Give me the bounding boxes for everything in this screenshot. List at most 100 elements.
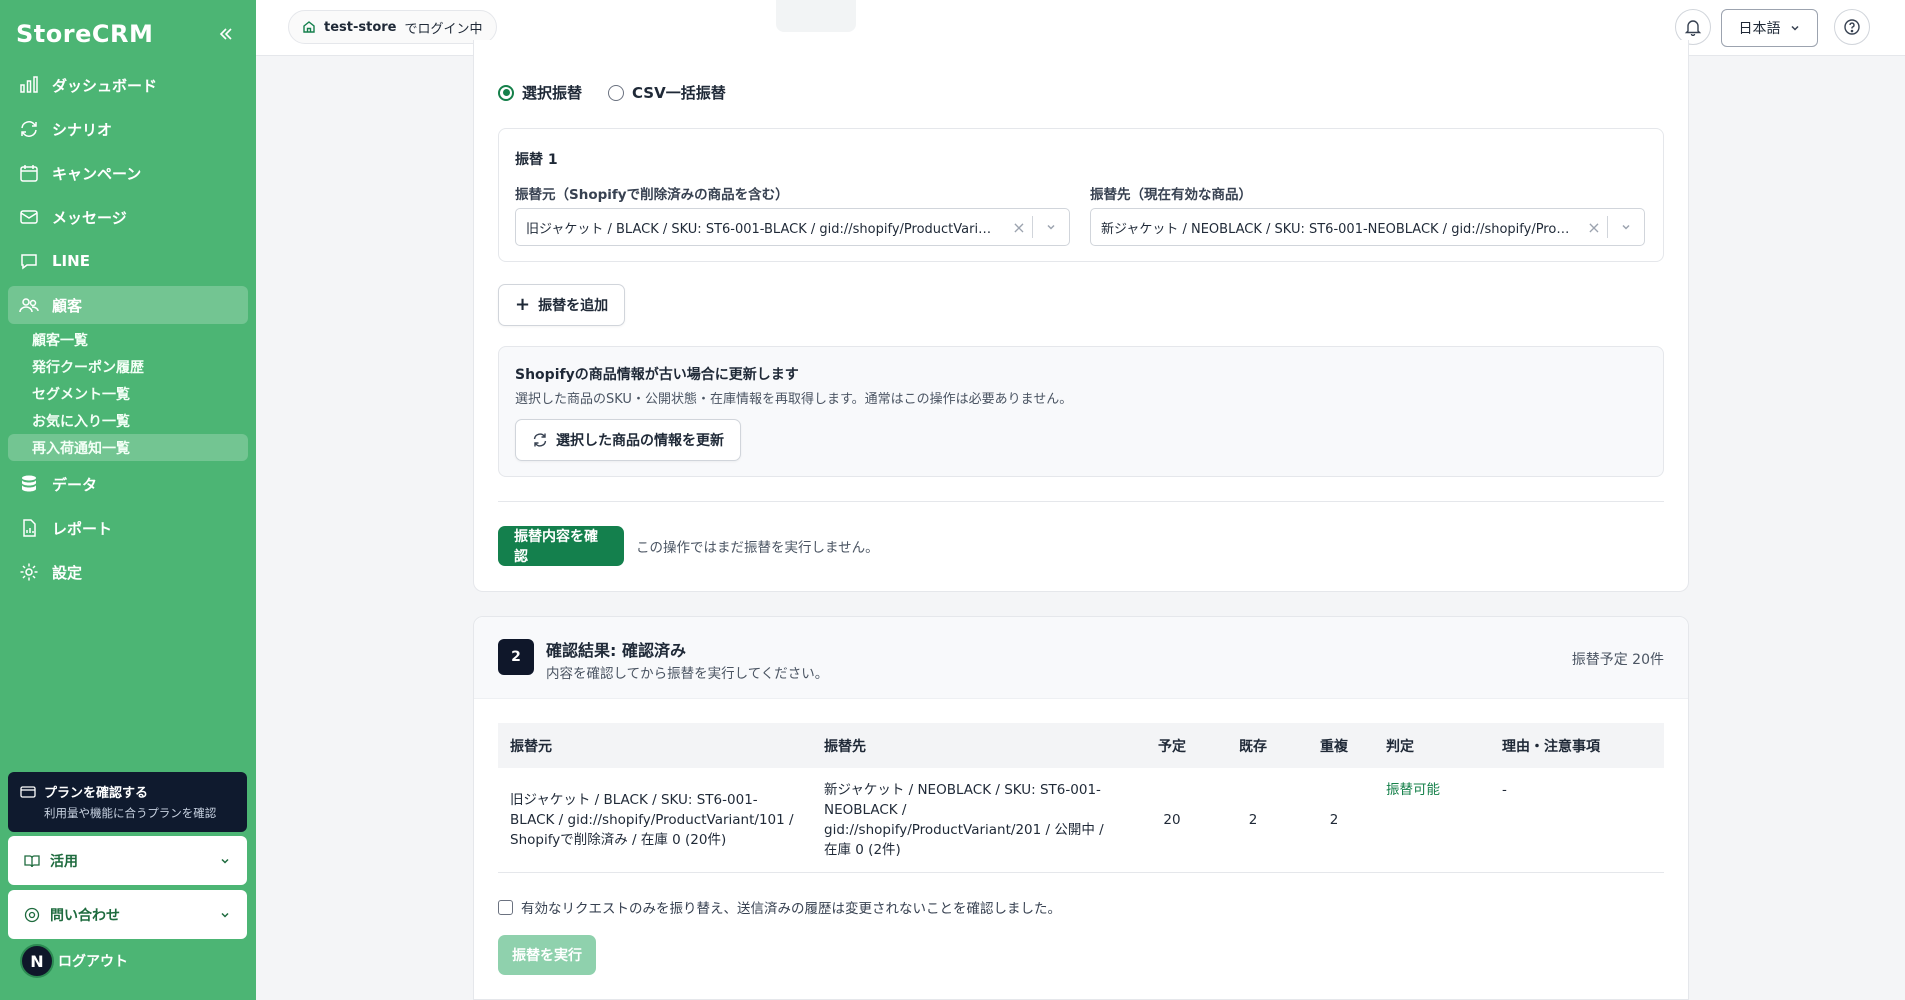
result-header: 2 確認結果: 確認済み 内容を確認してから振替を実行してください。 振替予定 … (474, 617, 1688, 699)
nav-label: キャンペーン (52, 164, 142, 183)
report-icon (18, 517, 40, 539)
chevron-down-icon (1789, 22, 1801, 34)
users-icon (18, 294, 40, 316)
mode-csv-radio[interactable]: CSV一括振替 (608, 82, 726, 103)
nav-label: LINE (52, 252, 90, 270)
contact-label: 問い合わせ (50, 907, 120, 924)
sub-item-segments[interactable]: セグメント一覧 (8, 380, 248, 407)
nav-item-settings[interactable]: 設定 (8, 553, 248, 591)
column-header: 振替先 (812, 723, 1132, 768)
add-transfer-button[interactable]: + 振替を追加 (498, 284, 626, 326)
scrolled-content-ghost (776, 0, 856, 32)
confirm-checkbox-label: 有効なリクエストのみを振り替え、送信済みの履歴は変更されないことを確認しました。 (521, 901, 1061, 917)
target-value: 新ジャケット / NEOBLACK / SKU: ST6-001-NEOBLAC… (1101, 221, 1581, 237)
store-indicator[interactable]: test-store でログイン中 (288, 10, 497, 44)
usage-label: 活用 (50, 853, 78, 870)
help-icon (1843, 18, 1861, 36)
column-header: 理由・注意事項 (1490, 723, 1664, 768)
sub-item-customer-list[interactable]: 顧客一覧 (8, 326, 248, 353)
chevron-down-icon[interactable] (1033, 221, 1069, 233)
radio-label: CSV一括振替 (632, 84, 726, 102)
scheduled-count: 振替予定 20件 (1571, 652, 1664, 668)
refresh-panel: Shopifyの商品情報が古い場合に更新します 選択した商品のSKU・公開状態・… (498, 346, 1664, 477)
plan-title: プランを確認する (44, 786, 149, 801)
support-icon (24, 907, 40, 923)
nav-label: レポート (52, 519, 113, 538)
result-table: 振替元 振替先 予定 既存 重複 判定 理由・注意事項 旧ジャケット / BLA… (498, 723, 1664, 873)
cell-reason: - (1490, 768, 1664, 873)
nav-label: 顧客 (52, 296, 83, 315)
radio-label: 選択振替 (522, 84, 583, 102)
chevron-down-icon (219, 855, 231, 867)
result-title: 確認結果: 確認済み (546, 641, 686, 660)
main-nav: ダッシュボード シナリオ キャンペーン メッセージ LINE 顧客 顧客一覧 発… (8, 66, 248, 597)
column-header: 振替元 (498, 723, 812, 768)
table-header-row: 振替元 振替先 予定 既存 重複 判定 理由・注意事項 (498, 723, 1664, 768)
language-select[interactable]: 日本語 (1721, 9, 1818, 47)
nav-label: ダッシュボード (52, 76, 158, 95)
refresh-icon (18, 118, 40, 140)
nav-item-dashboard[interactable]: ダッシュボード (8, 66, 248, 104)
calendar-icon (18, 162, 40, 184)
customers-submenu: 顧客一覧 発行クーポン履歴 セグメント一覧 お気に入り一覧 再入荷通知一覧 (8, 326, 248, 461)
step-badge: 2 (498, 639, 534, 675)
logout-link[interactable]: N ログアウト (20, 944, 128, 978)
nav-item-line[interactable]: LINE (8, 242, 248, 280)
nav-item-data[interactable]: データ (8, 465, 248, 503)
refresh-icon (532, 432, 548, 448)
nav-item-message[interactable]: メッセージ (8, 198, 248, 236)
source-select[interactable]: 旧ジャケット / BLACK / SKU: ST6-001-BLACK / gi… (515, 208, 1070, 246)
clear-icon[interactable]: × (1581, 218, 1607, 237)
plan-card[interactable]: プランを確認する 利用量や機能に合うプランを確認 (8, 772, 247, 832)
usage-button[interactable]: 活用 (8, 836, 247, 885)
refresh-description: 選択した商品のSKU・公開状態・在庫情報を再取得します。通常はこの操作は必要あり… (515, 392, 1073, 407)
book-icon (24, 854, 40, 868)
login-status: でログイン中 (404, 21, 483, 37)
refresh-products-button[interactable]: 選択した商品の情報を更新 (515, 419, 741, 461)
cell-target: 新ジャケット / NEOBLACK / SKU: ST6-001-NEOBLAC… (812, 768, 1132, 873)
language-value: 日本語 (1738, 21, 1781, 37)
cell-planned: 20 (1132, 768, 1212, 873)
sub-item-coupon-history[interactable]: 発行クーポン履歴 (8, 353, 248, 380)
nav-label: メッセージ (52, 208, 127, 227)
cell-duplicate: 2 (1294, 768, 1374, 873)
column-header: 予定 (1132, 723, 1212, 768)
sub-item-restock-notifications[interactable]: 再入荷通知一覧 (8, 434, 248, 461)
target-label: 振替先（現在有効な商品） (1090, 187, 1252, 203)
source-label: 振替元（Shopifyで削除済みの商品を含む） (515, 187, 789, 203)
execute-transfer-button[interactable]: 振替を実行 (498, 935, 596, 975)
gear-icon (18, 561, 40, 583)
home-icon (302, 20, 316, 34)
result-subtitle: 内容を確認してから振替を実行してください。 (546, 666, 829, 682)
clear-icon[interactable]: × (1006, 218, 1032, 237)
sidebar: StoreCRM ダッシュボード シナリオ キャンペーン メッセージ LINE … (0, 0, 256, 1000)
contact-button[interactable]: 問い合わせ (8, 890, 247, 939)
table-row: 旧ジャケット / BLACK / SKU: ST6-001-BLACK / gi… (498, 768, 1664, 873)
mode-selected-radio[interactable]: 選択振替 (498, 82, 582, 103)
plus-icon: + (515, 294, 531, 315)
confirm-checkbox-row[interactable]: 有効なリクエストのみを振り替え、送信済みの履歴は変更されないことを確認しました。 (498, 897, 1061, 917)
confirm-checkbox[interactable] (498, 899, 513, 915)
chevron-down-icon[interactable] (1608, 221, 1644, 233)
collapse-sidebar-icon[interactable] (214, 22, 238, 46)
confirm-hint: この操作ではまだ振替を実行しません。 (636, 540, 879, 556)
chat-icon (18, 250, 40, 272)
card-icon (20, 785, 36, 799)
bell-icon (1684, 18, 1702, 36)
help-button[interactable] (1834, 9, 1870, 45)
cell-source: 旧ジャケット / BLACK / SKU: ST6-001-BLACK / gi… (498, 768, 812, 873)
nav-item-campaign[interactable]: キャンペーン (8, 154, 248, 192)
nav-item-scenario[interactable]: シナリオ (8, 110, 248, 148)
column-header: 判定 (1374, 723, 1490, 768)
nav-item-report[interactable]: レポート (8, 509, 248, 547)
chevron-down-icon (219, 909, 231, 921)
nav-label: データ (52, 475, 98, 494)
target-select[interactable]: 新ジャケット / NEOBLACK / SKU: ST6-001-NEOBLAC… (1090, 208, 1645, 246)
nav-item-customers[interactable]: 顧客 (8, 286, 248, 324)
confirm-transfer-button[interactable]: 振替内容を確認 (498, 526, 624, 566)
avatar: N (20, 944, 54, 978)
cell-verdict: 振替可能 (1374, 768, 1490, 873)
sub-item-favorites[interactable]: お気に入り一覧 (8, 407, 248, 434)
bar-chart-icon (18, 74, 40, 96)
database-icon (18, 473, 40, 495)
